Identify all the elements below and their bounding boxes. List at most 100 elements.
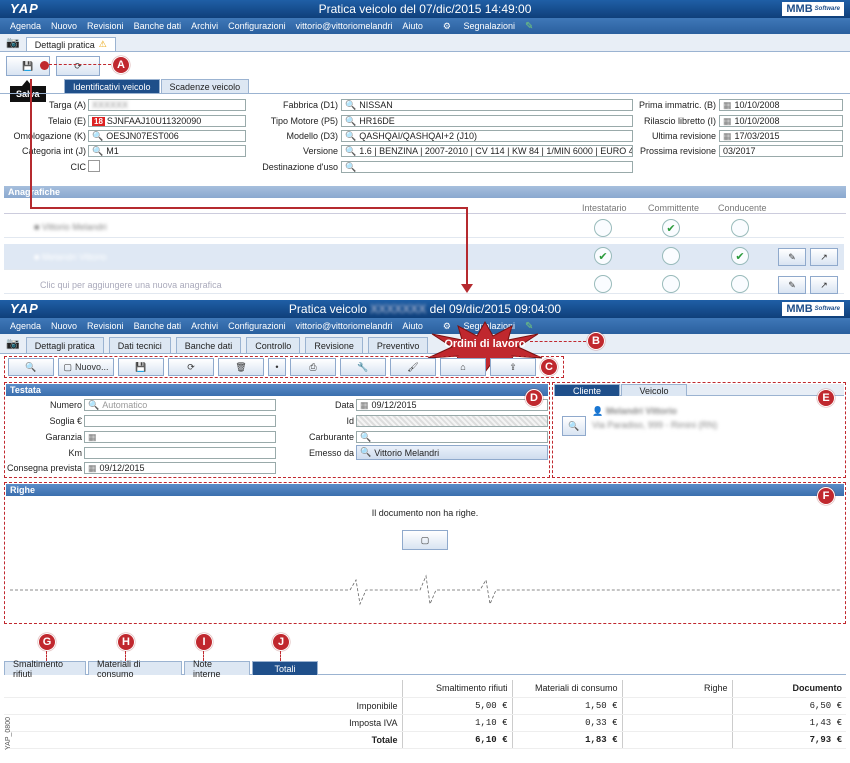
tab-ordini-di-lavoro[interactable]: Ordini di lavoro (432, 338, 538, 350)
tb-refresh-button[interactable]: ⟳ (168, 358, 214, 376)
tab-smaltimento[interactable]: Smaltimento rifiuti (4, 659, 86, 679)
cliente-name: Melandri Vittorio (606, 406, 677, 416)
tb-save-button[interactable]: 💾 (118, 358, 164, 376)
tb-tool-button[interactable]: 🔧 (340, 358, 386, 376)
telaio-field[interactable]: 18 SJNFAAJ10U11320090 (88, 115, 246, 127)
anag-edit-button-2[interactable]: ✎ (778, 276, 806, 294)
tab-dati-tecnici[interactable]: Dati tecnici (108, 337, 171, 353)
intestatario-1[interactable] (594, 219, 612, 237)
fabbrica-field[interactable]: 🔍 NISSAN (341, 99, 633, 111)
categoria-field[interactable]: 🔍 M1 (88, 145, 246, 157)
tab-dettagli-pratica-2[interactable]: Dettagli pratica (25, 337, 104, 353)
tab-veicolo[interactable]: Veicolo (621, 384, 687, 396)
tb-export-button[interactable]: ⇪ (490, 358, 536, 376)
menu2-archivi[interactable]: Archivi (191, 321, 218, 331)
brush-icon: 🖌 (407, 361, 419, 372)
tab-dettagli-pratica[interactable]: Dettagli pratica ⚠ (25, 37, 116, 51)
refresh-button[interactable]: ⟳ (56, 56, 100, 76)
menu2-user[interactable]: vittorio@vittoriomelandri (296, 321, 393, 331)
tab-revisione[interactable]: Revisione (305, 337, 363, 353)
tb-home-button[interactable]: ⌂ (440, 358, 486, 376)
km-input[interactable] (84, 447, 276, 459)
doc-tabs-2: 📷 Dettagli pratica Dati tecnici Banche d… (0, 334, 850, 354)
tb-print-button[interactable]: ⎙ (290, 358, 336, 376)
carburante-input[interactable]: 🔍 (356, 431, 548, 443)
tab-preventivo[interactable]: Preventivo (367, 337, 429, 353)
tab-materiali[interactable]: Materiali di consumo (88, 659, 182, 679)
menu2-aiuto[interactable]: Aiuto (402, 321, 423, 331)
camera-icon-2[interactable]: 📷 (6, 337, 20, 350)
committente-1[interactable]: ✔ (662, 219, 680, 237)
anag-row-2[interactable]: ■ Melandri Vittorio (4, 244, 844, 270)
cell-righe (622, 731, 733, 749)
anag-edit-button[interactable]: ✎ (778, 248, 806, 266)
menu-agenda[interactable]: Agenda (10, 21, 41, 31)
camera-icon[interactable]: 📷 (6, 36, 20, 49)
consegna-input[interactable]: ▦ 09/12/2015 (84, 462, 276, 474)
menu-banche-dati[interactable]: Banche dati (134, 21, 182, 31)
garanzia-input[interactable]: ▦ (84, 431, 276, 443)
menu-configurazioni[interactable]: Configurazioni (228, 21, 286, 31)
tab-note-interne[interactable]: Note interne (184, 659, 250, 679)
export-icon: ⇪ (509, 361, 517, 372)
menu2-configurazioni[interactable]: Configurazioni (228, 321, 286, 331)
committente-2[interactable] (662, 247, 680, 265)
callout-g: G (38, 633, 56, 651)
soglia-input[interactable] (84, 415, 276, 427)
tab-scadenze[interactable]: Scadenze veicolo (160, 79, 250, 93)
menu2-agenda[interactable]: Agenda (10, 321, 41, 331)
pin-icon[interactable]: ✎ (525, 21, 533, 32)
modello-field[interactable]: 🔍 QASHQAI/QASHQAI+2 (J10) (341, 130, 633, 142)
tab-cliente[interactable]: Cliente (554, 384, 620, 396)
numero-input[interactable]: 🔍 Automatico (84, 399, 276, 411)
new-doc-icon: ▢ (420, 534, 430, 545)
menu2-revisioni[interactable]: Revisioni (87, 321, 124, 331)
targa-field[interactable]: XXXXXX (88, 99, 246, 111)
committente-3[interactable] (662, 275, 680, 293)
callout-e: E (817, 389, 835, 407)
tb-more-button[interactable]: • (268, 358, 286, 376)
tab-totali[interactable]: Totali (252, 661, 318, 675)
menu-revisioni[interactable]: Revisioni (87, 21, 124, 31)
conducente-3[interactable] (731, 275, 749, 293)
anag-share-button-2[interactable]: ↗ (810, 276, 838, 294)
data-label: Data (334, 400, 354, 410)
prima-field[interactable]: ▦ 10/10/2008 (719, 99, 843, 111)
tb-search-button[interactable]: 🔍 (8, 358, 54, 376)
menu-archivi[interactable]: Archivi (191, 21, 218, 31)
menu2-nuovo[interactable]: Nuovo (51, 321, 77, 331)
omologazione-field[interactable]: 🔍 OESJN07EST006 (88, 130, 246, 142)
tb-tool2-button[interactable]: 🖌 (390, 358, 436, 376)
ultima-field[interactable]: ▦ 17/03/2015 (719, 130, 843, 142)
motore-field[interactable]: 🔍 HR16DE (341, 115, 633, 127)
menu-segnalazioni[interactable]: ⚙ Segnalazioni (433, 21, 515, 32)
tab-banche-dati[interactable]: Banche dati (175, 337, 242, 353)
cliente-search-button[interactable]: 🔍 (562, 416, 586, 436)
tab-identificativi[interactable]: Identificativi veicolo (64, 79, 160, 93)
conducente-2[interactable]: ✔ (731, 247, 749, 265)
row-label: Totale (4, 731, 403, 749)
add-row-button[interactable]: ▢ (402, 530, 448, 550)
conducente-1[interactable] (731, 219, 749, 237)
cic-checkbox[interactable] (88, 160, 100, 172)
menu-nuovo[interactable]: Nuovo (51, 21, 77, 31)
window-top: YAP Pratica veicolo del 07/dic/2015 14:4… (0, 0, 850, 300)
anag-add-row[interactable]: Clic qui per aggiungere una nuova anagra… (4, 272, 844, 294)
menu-aiuto[interactable]: Aiuto (402, 21, 423, 31)
destinazione-field[interactable]: 🔍 (341, 161, 633, 173)
cell-smalt: 5,00 € (402, 697, 513, 715)
tb-delete-button[interactable]: 🗑 (218, 358, 264, 376)
menu-user[interactable]: vittorio@vittoriomelandri (296, 21, 393, 31)
intestatario-3[interactable] (594, 275, 612, 293)
data-input[interactable]: ▦ 09/12/2015 (356, 399, 548, 411)
emesso-input[interactable]: 🔍 Vittorio Melandri (356, 445, 548, 460)
rilascio-field[interactable]: ▦ 10/10/2008 (719, 115, 843, 127)
tab-controllo[interactable]: Controllo (246, 337, 301, 353)
anag-share-button[interactable]: ↗ (810, 248, 838, 266)
menu2-banche-dati[interactable]: Banche dati (134, 321, 182, 331)
intestatario-2[interactable]: ✔ (594, 247, 612, 265)
versione-field[interactable]: 🔍 1.6 | BENZINA | 2007-2010 | CV 114 | KW… (341, 145, 633, 157)
anag-row-1[interactable]: ■ Vittorio Melandri (4, 216, 844, 238)
prossima-field[interactable]: 03/2017 (719, 145, 843, 157)
tb-nuovo-button[interactable]: ▢ Nuovo... (58, 358, 114, 376)
